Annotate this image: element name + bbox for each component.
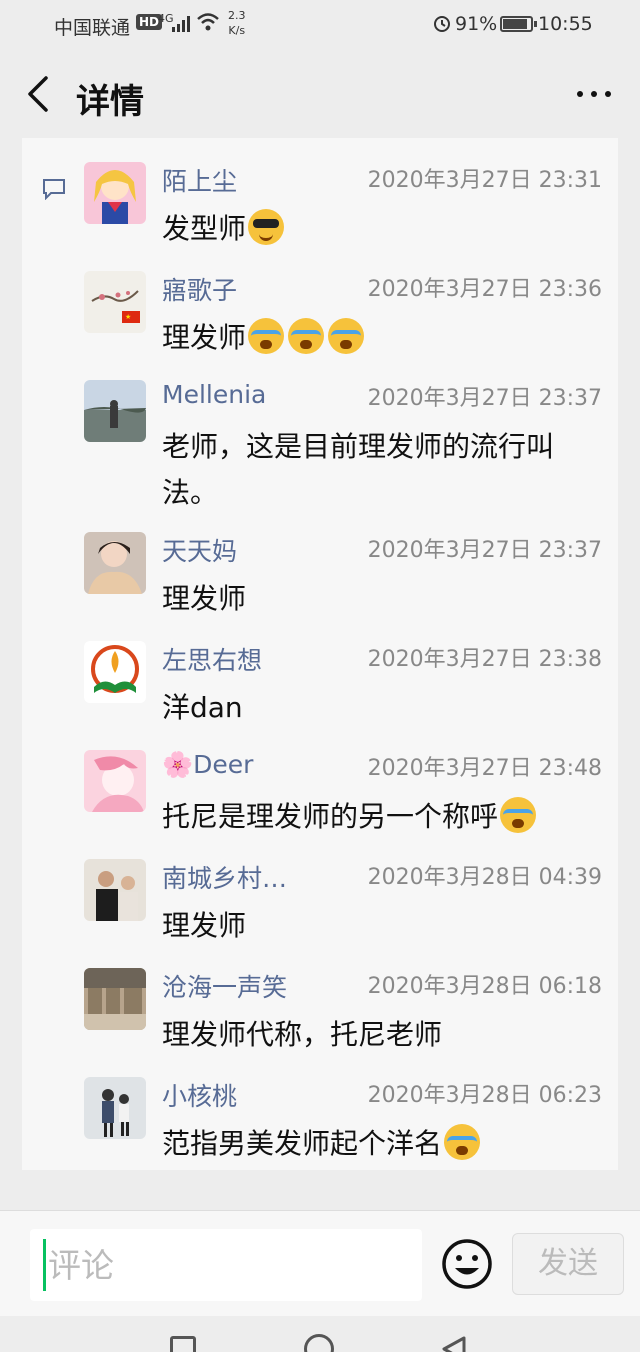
- comment-author[interactable]: 沧海一声笑: [162, 968, 287, 1004]
- comment-item: Mellenia 2020年3月27日 23:37 老师，这是目前理发师的流行叫…: [84, 380, 604, 509]
- signal-bars-icon: [172, 16, 190, 32]
- avatar[interactable]: [84, 532, 146, 594]
- home-circle-icon[interactable]: [304, 1334, 334, 1352]
- system-nav-bar: [0, 1316, 640, 1352]
- svg-text:★: ★: [125, 313, 131, 321]
- page-title: 详情: [76, 82, 144, 122]
- comment-text: 范指男美发师起个洋名: [162, 1121, 602, 1167]
- network-speed: 2.3 K/s: [228, 8, 246, 38]
- comment-text-content: 洋dan: [162, 691, 243, 724]
- comment-time: 2020年3月27日 23:38: [367, 647, 602, 672]
- crying-laughing-emoji-icon: [444, 1124, 481, 1160]
- battery-percent: 91%: [455, 13, 498, 35]
- comment-text-content: 理发师: [162, 582, 247, 615]
- comment-text: 托尼是理发师的另一个称呼: [162, 794, 602, 840]
- comment-bubble-icon: [43, 179, 65, 200]
- comment-text: 洋dan: [162, 685, 602, 731]
- clock: 10:55: [538, 13, 593, 35]
- nav-bar: 详情: [0, 50, 640, 138]
- comment-author[interactable]: Mellenia: [162, 380, 266, 409]
- comment-text-content: 老师，这是目前理发师的流行叫法。: [162, 430, 555, 509]
- comment-text-content: 发型师: [162, 212, 247, 245]
- comment-item: 小核桃 2020年3月28日 06:23 范指男美发师起个洋名: [84, 1077, 604, 1167]
- comment-item: 南城乡村… 2020年3月28日 04:39 理发师: [84, 859, 604, 949]
- comment-item: 陌上尘 2020年3月27日 23:31 发型师: [84, 162, 604, 252]
- comment-time: 2020年3月27日 23:37: [367, 538, 602, 563]
- comment-item: 左思右想 2020年3月27日 23:38 洋dan: [84, 641, 604, 731]
- comment-text: 理发师: [162, 576, 602, 622]
- avatar[interactable]: [84, 162, 146, 224]
- comment-item: 沧海一声笑 2020年3月28日 06:18 理发师代称，托尼老师: [84, 968, 604, 1058]
- comment-text-content: 理发师代称，托尼老师: [162, 1018, 443, 1051]
- crying-laughing-emoji-icon: [248, 318, 285, 354]
- smiley-icon: [442, 1239, 492, 1289]
- comment-bar: 发送: [0, 1210, 640, 1316]
- comment-text-content: 托尼是理发师的另一个称呼: [162, 800, 499, 833]
- comment-item: ★ 寤歌子 2020年3月27日 23:36 理发师: [84, 271, 604, 361]
- crying-laughing-emoji-icon: [500, 797, 537, 833]
- comment-time: 2020年3月27日 23:37: [367, 386, 602, 411]
- comment-time: 2020年3月28日 04:39: [367, 865, 602, 890]
- battery-icon: [500, 16, 537, 32]
- comment-text: 理发师: [162, 315, 602, 361]
- comment-item: 🌸Deer 2020年3月27日 23:48 托尼是理发师的另一个称呼: [84, 750, 604, 840]
- comment-author[interactable]: 小核桃: [162, 1077, 237, 1113]
- back-button[interactable]: [20, 72, 60, 116]
- comment-text: 理发师代称，托尼老师: [162, 1012, 602, 1058]
- back-triangle-icon[interactable]: [438, 1334, 468, 1352]
- comment-author[interactable]: 🌸Deer: [162, 750, 253, 780]
- avatar[interactable]: ★: [84, 271, 146, 333]
- comment-time: 2020年3月27日 23:48: [367, 756, 602, 781]
- comment-time: 2020年3月27日 23:36: [367, 277, 602, 302]
- send-button[interactable]: 发送: [512, 1233, 624, 1295]
- more-button[interactable]: [574, 86, 614, 102]
- battery-fill: [503, 19, 528, 29]
- sunglasses-emoji-icon: [248, 209, 285, 245]
- comment-text: 发型师: [162, 206, 602, 252]
- comment-text: 理发师: [162, 903, 602, 949]
- comment-text: 老师，这是目前理发师的流行叫法。: [162, 424, 602, 516]
- crying-laughing-emoji-icon: [288, 318, 325, 354]
- avatar[interactable]: [84, 380, 146, 442]
- comment-author[interactable]: 南城乡村…: [162, 859, 287, 895]
- comment-text-content: 范指男美发师起个洋名: [162, 1127, 443, 1160]
- chevron-left-icon: [28, 76, 48, 112]
- avatar[interactable]: [84, 859, 146, 921]
- network-speed-unit: K/s: [228, 24, 246, 37]
- comment-author[interactable]: 天天妈: [162, 532, 237, 568]
- more-dots-icon: [577, 91, 611, 97]
- comment-item: 天天妈 2020年3月27日 23:37 理发师: [84, 532, 604, 622]
- comment-time: 2020年3月28日 06:23: [367, 1083, 602, 1108]
- text-cursor: [43, 1239, 46, 1291]
- crying-laughing-emoji-icon: [328, 318, 365, 354]
- emoji-button[interactable]: [440, 1237, 494, 1291]
- alarm-icon: [434, 16, 450, 32]
- comments-panel: 陌上尘 2020年3月27日 23:31 发型师 ★ 寤歌子 2020年3月27…: [22, 138, 618, 1170]
- carrier-label: 中国联通: [54, 17, 131, 39]
- network-speed-value: 2.3: [228, 9, 246, 22]
- comment-author[interactable]: 左思右想: [162, 641, 262, 677]
- comment-time: 2020年3月27日 23:31: [367, 168, 602, 193]
- recent-apps-square-icon[interactable]: [170, 1336, 196, 1352]
- avatar[interactable]: [84, 641, 146, 703]
- status-bar: 中国联通 HD 4G 2.3 K/s 91% 10:55: [0, 0, 640, 50]
- avatar[interactable]: [84, 1077, 146, 1139]
- comment-author[interactable]: 陌上尘: [162, 162, 237, 198]
- comment-text-content: 理发师: [162, 909, 247, 942]
- avatar[interactable]: [84, 968, 146, 1030]
- wifi-icon: [197, 13, 219, 31]
- comment-input[interactable]: [30, 1229, 422, 1301]
- comment-author[interactable]: 寤歌子: [162, 271, 237, 307]
- comment-time: 2020年3月28日 06:18: [367, 974, 602, 999]
- comment-text-content: 理发师: [162, 321, 247, 354]
- avatar[interactable]: [84, 750, 146, 812]
